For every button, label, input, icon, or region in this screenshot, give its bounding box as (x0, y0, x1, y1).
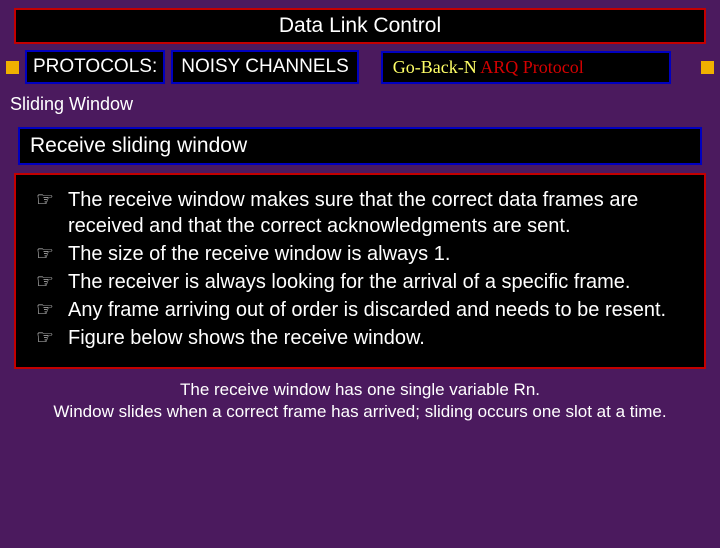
go-back-n-label: Go-Back-N ARQ Protocol (381, 51, 671, 84)
bullet-text: Figure below shows the receive window. (68, 325, 425, 351)
list-item: ☞ The receive window makes sure that the… (34, 187, 686, 239)
section-title: Receive sliding window (18, 127, 702, 165)
bullet-text: Any frame arriving out of order is disca… (68, 297, 666, 323)
bullet-text: The size of the receive window is always… (68, 241, 450, 267)
bullet-text: The receiver is always looking for the a… (68, 269, 630, 295)
hand-bullet-icon: ☞ (34, 269, 68, 295)
tag-row: PROTOCOLS: NOISY CHANNELS Go-Back-N ARQ … (6, 50, 714, 84)
footer-line-1: The receive window has one single variab… (14, 379, 706, 401)
list-item: ☞ Any frame arriving out of order is dis… (34, 297, 686, 323)
hand-bullet-icon: ☞ (34, 325, 68, 351)
square-bullet-icon (6, 61, 19, 74)
goback-text-2: ARQ Protocol (480, 57, 584, 77)
protocols-label: PROTOCOLS: (25, 50, 165, 84)
sub-heading: Sliding Window (0, 90, 720, 119)
square-bullet-icon (701, 61, 714, 74)
hand-bullet-icon: ☞ (34, 187, 68, 213)
content-box: ☞ The receive window makes sure that the… (14, 173, 706, 369)
bullet-text: The receive window makes sure that the c… (68, 187, 686, 239)
footer-line-2: Window slides when a correct frame has a… (14, 401, 706, 423)
list-item: ☞ The receiver is always looking for the… (34, 269, 686, 295)
slide-title: Data Link Control (14, 8, 706, 44)
list-item: ☞ Figure below shows the receive window. (34, 325, 686, 351)
noisy-channels-label: NOISY CHANNELS (171, 50, 359, 84)
goback-text-1: Go-Back-N (393, 57, 480, 77)
footer-note: The receive window has one single variab… (14, 379, 706, 423)
hand-bullet-icon: ☞ (34, 241, 68, 267)
list-item: ☞ The size of the receive window is alwa… (34, 241, 686, 267)
hand-bullet-icon: ☞ (34, 297, 68, 323)
